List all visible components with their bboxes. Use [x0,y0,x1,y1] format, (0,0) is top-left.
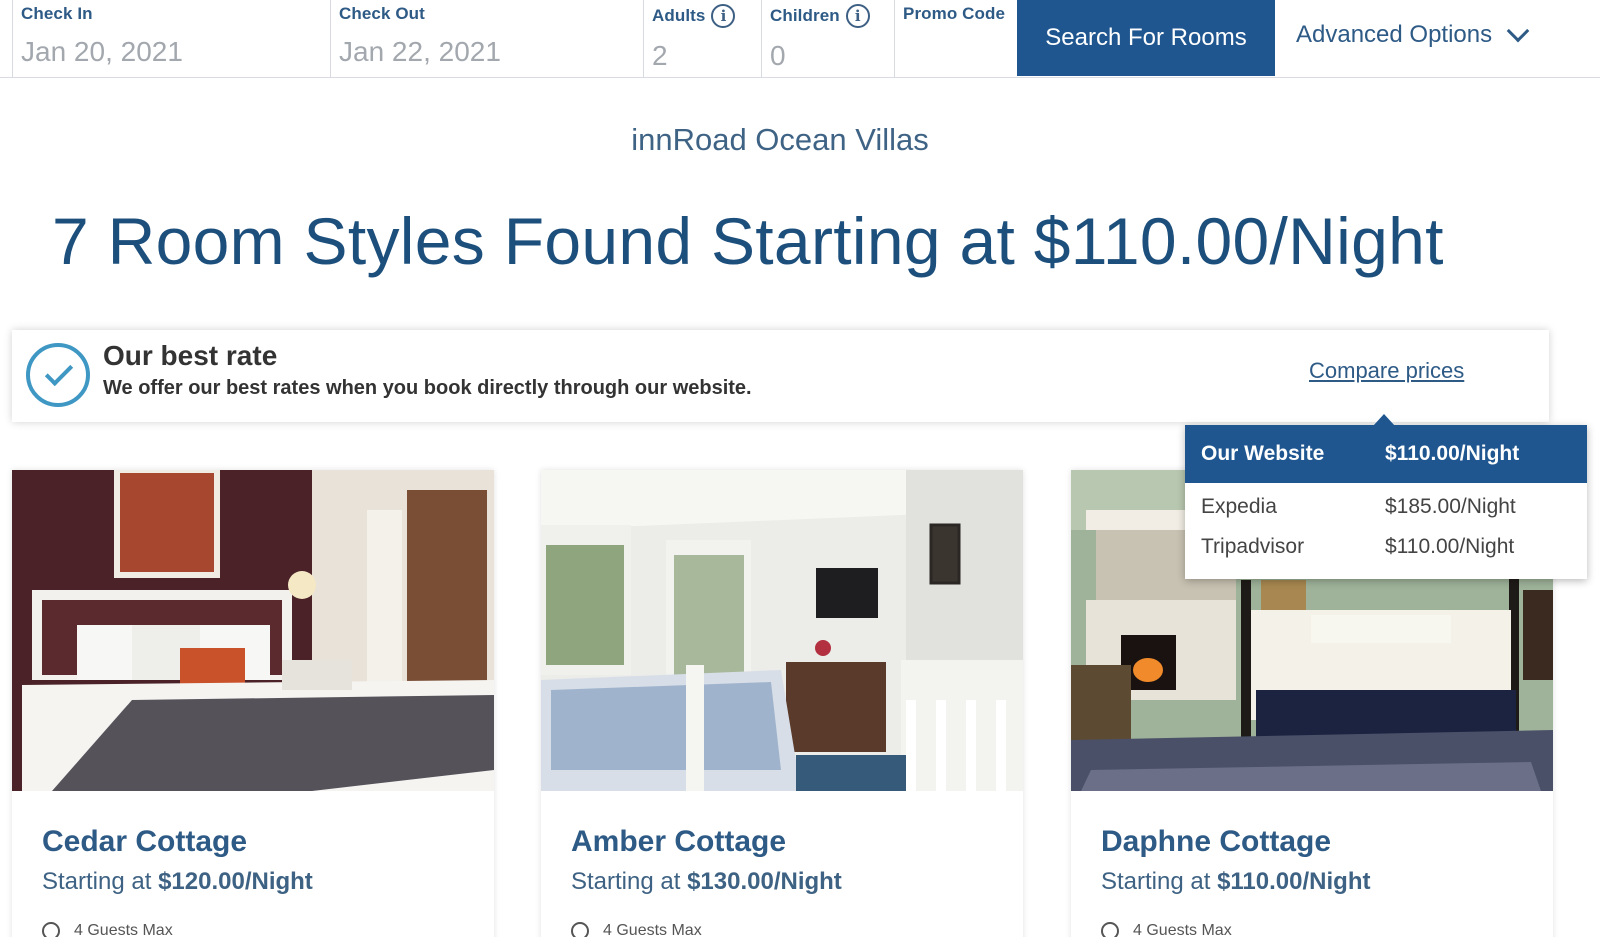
room-price-value: $130.00/Night [687,868,842,895]
check-in-value[interactable]: Jan 20, 2021 [21,36,322,68]
room-photo[interactable] [12,470,494,791]
compare-prices-popup: Our Website $110.00/Night Expedia $185.0… [1185,414,1587,579]
info-icon[interactable]: i [711,4,736,28]
room-price-prefix: Starting at [571,868,688,895]
advanced-options-label: Advanced Options [1296,21,1493,48]
room-card-cedar-cottage[interactable]: Cedar Cottage Starting at $120.00/Night … [12,470,494,937]
price-value: $185.00/Night [1385,495,1516,518]
search-for-rooms-button[interactable]: Search For Rooms [1017,0,1275,76]
hotel-name: innRoad Ocean Villas [631,122,929,157]
price-site: Expedia [1201,495,1277,518]
price-site: Tripadvisor [1201,535,1305,558]
children-value[interactable]: 0 [770,40,886,72]
chevron-down-icon [1506,19,1530,43]
best-rate-title: Our best rate [103,340,278,371]
room-price-value: $120.00/Night [158,868,313,895]
price-row-tripadvisor: Tripadvisor $110.00/Night [1185,528,1587,566]
room-guests: 4 Guests Max [567,918,702,937]
room-price-prefix: Starting at [1101,868,1218,895]
checkmark-icon [44,357,74,387]
room-price-prefix: Starting at [42,868,159,895]
room-card-amber-cottage[interactable]: Amber Cottage Starting at $130.00/Night … [541,470,1023,937]
room-price: Starting at $120.00/Night [42,868,313,896]
check-circle-icon [26,343,90,407]
best-rate-banner: Our best rate We offer our best rates wh… [12,330,1549,422]
guests-icon [38,918,64,937]
adults-value[interactable]: 2 [652,40,753,72]
promo-code-field[interactable]: Promo Code [894,0,1017,78]
room-price-value: $110.00/Night [1217,868,1371,895]
room-guests-label: 4 Guests Max [603,922,702,937]
check-in-field[interactable]: Check In Jan 20, 2021 [12,0,330,78]
guests-icon [567,918,593,937]
room-price: Starting at $110.00/Night [1101,868,1370,896]
adults-label: Adults [652,6,706,25]
search-bar: Check In Jan 20, 2021 Check Out Jan 22, … [0,0,1600,78]
promo-code-label: Promo Code [903,4,1006,23]
compare-prices-link[interactable]: Compare prices [1309,358,1464,384]
room-price: Starting at $130.00/Night [571,868,842,896]
price-value: $110.00/Night [1385,442,1520,465]
best-rate-subtitle: We offer our best rates when you book di… [103,377,752,399]
children-label: Children [770,6,840,25]
room-name[interactable]: Daphne Cottage [1101,825,1331,859]
check-in-label: Check In [21,4,93,23]
room-photo[interactable] [541,470,1023,791]
price-site: Our Website [1201,442,1325,465]
room-guests-label: 4 Guests Max [1133,922,1232,937]
check-out-value[interactable]: Jan 22, 2021 [339,36,635,68]
page-title: 7 Room Styles Found Starting at $110.00/… [52,204,1444,278]
info-icon[interactable]: i [845,4,870,28]
check-out-label: Check Out [339,4,425,23]
price-row-our-website: Our Website $110.00/Night [1185,425,1587,483]
price-row-expedia: Expedia $185.00/Night [1185,488,1587,526]
advanced-options-toggle[interactable]: Advanced Options [1296,0,1530,70]
guests-icon [1097,918,1123,937]
room-guests: 4 Guests Max [38,918,173,937]
children-field[interactable]: Children i 0 [761,0,894,78]
room-guests-label: 4 Guests Max [74,922,173,937]
check-out-field[interactable]: Check Out Jan 22, 2021 [330,0,643,78]
room-guests: 4 Guests Max [1097,918,1232,937]
room-photo-image [12,470,494,791]
room-name[interactable]: Amber Cottage [571,825,786,859]
room-photo-image [541,470,1023,791]
children-label-row: Children i [770,4,886,28]
adults-label-row: Adults i [652,4,753,28]
room-name[interactable]: Cedar Cottage [42,825,247,859]
adults-field[interactable]: Adults i 2 [643,0,761,78]
price-value: $110.00/Night [1385,535,1515,558]
